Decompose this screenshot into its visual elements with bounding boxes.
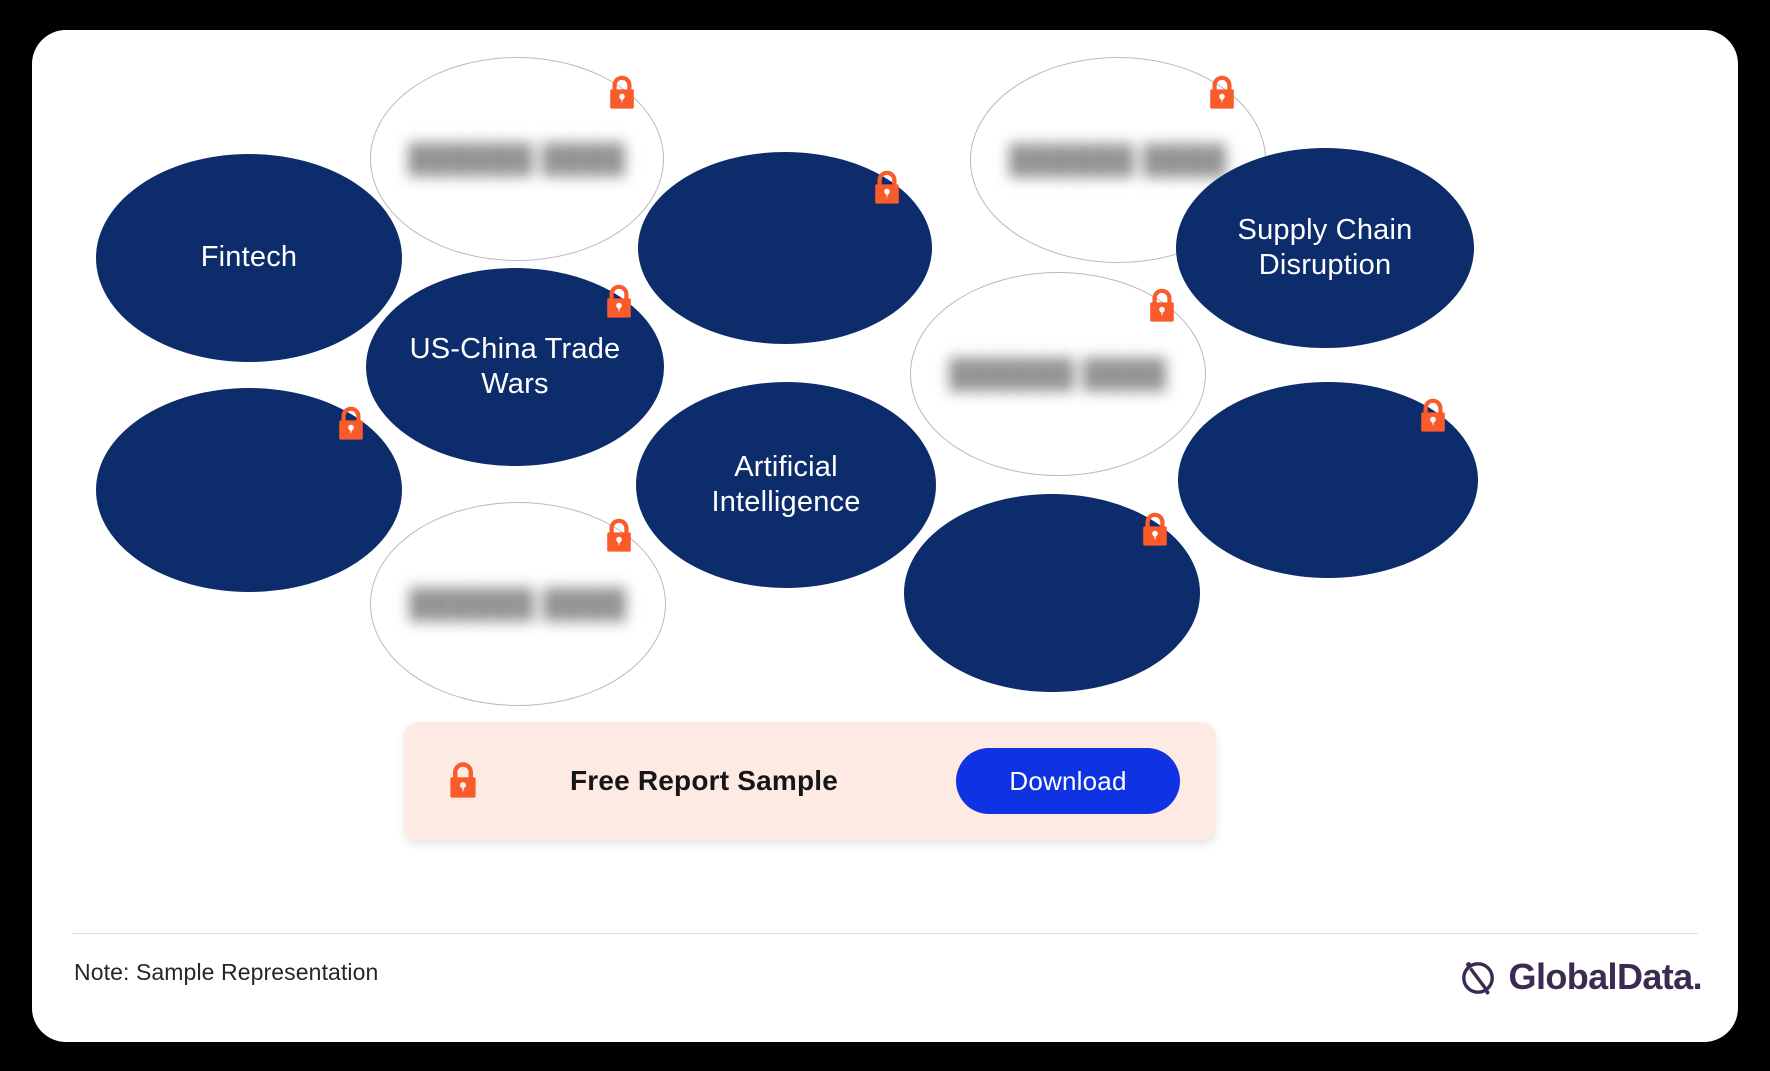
theme-bubble[interactable]: [96, 388, 402, 592]
free-report-sample-bar: Free Report Sample Download: [404, 722, 1216, 840]
theme-bubble-label-redacted: ██████ ████: [949, 357, 1167, 389]
footer-note: Note: Sample Representation: [74, 959, 379, 985]
theme-bubble[interactable]: Artificial Intelligence: [636, 382, 936, 588]
download-button[interactable]: Download: [956, 748, 1180, 814]
free-report-sample-title: Free Report Sample: [569, 765, 839, 796]
theme-bubble[interactable]: [638, 152, 932, 344]
theme-bubble[interactable]: US-China Trade Wars: [366, 268, 664, 466]
theme-bubble-label-redacted: ██████ ████: [409, 587, 627, 619]
theme-bubble[interactable]: ██████ ████: [910, 272, 1206, 476]
theme-bubble[interactable]: ██████ ████: [370, 57, 664, 261]
theme-bubble-shape: Supply Chain Disruption: [1176, 148, 1474, 348]
globaldata-brand: GlobalData.: [1455, 954, 1703, 1000]
screenshot-canvas: ██████ ████ Fintech ██████ ████ Supply Ch…: [0, 0, 1770, 1071]
lock-icon[interactable]: [334, 404, 368, 444]
theme-bubble[interactable]: [1178, 382, 1478, 578]
theme-bubble[interactable]: [904, 494, 1200, 692]
theme-bubble-shape: Artificial Intelligence: [636, 382, 936, 588]
theme-bubble-label: Fintech: [200, 241, 298, 274]
lock-icon[interactable]: [870, 168, 904, 208]
lock-icon[interactable]: [1416, 396, 1450, 436]
lock-icon[interactable]: [1205, 73, 1239, 113]
theme-bubble[interactable]: Fintech: [96, 154, 402, 362]
theme-bubble-label: US-China Trade Wars: [409, 332, 621, 400]
report-card: ██████ ████ Fintech ██████ ████ Supply Ch…: [32, 30, 1738, 1042]
globaldata-wordmark: GlobalData.: [1508, 956, 1703, 997]
theme-bubble-label-redacted: ██████ ████: [408, 142, 626, 174]
theme-bubble-label: Artificial Intelligence: [711, 450, 861, 518]
theme-bubble-label: Supply Chain Disruption: [1237, 213, 1413, 281]
theme-bubble-shape: Fintech: [96, 154, 402, 362]
lock-icon[interactable]: [1145, 286, 1179, 326]
footer-divider: [72, 933, 1698, 934]
globaldata-logo-icon: [1455, 954, 1501, 1000]
theme-bubble[interactable]: Supply Chain Disruption: [1176, 148, 1474, 348]
theme-bubble-cloud: ██████ ████ Fintech ██████ ████ Supply Ch…: [32, 30, 1738, 800]
lock-icon[interactable]: [1138, 510, 1172, 550]
lock-icon[interactable]: [602, 516, 636, 556]
theme-bubble[interactable]: ██████ ████: [370, 502, 666, 706]
lock-icon[interactable]: [605, 73, 639, 113]
lock-icon[interactable]: [602, 282, 636, 322]
